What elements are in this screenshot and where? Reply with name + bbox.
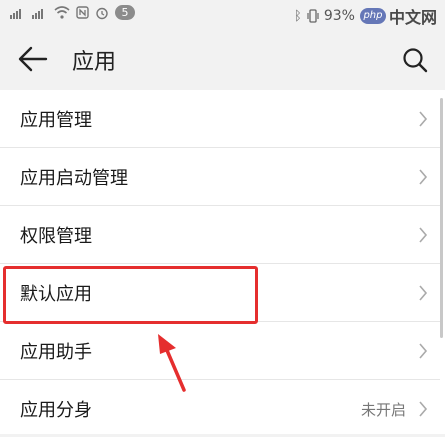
highlight-box — [3, 266, 258, 324]
nfc-icon — [76, 6, 89, 19]
signal-icon — [32, 8, 43, 19]
notification-badge: 5 — [115, 5, 135, 20]
list-item-label: 应用分身 — [20, 400, 92, 421]
bluetooth-icon: ᛒ — [294, 8, 302, 24]
signal-icon — [10, 8, 21, 19]
list-item-label: 应用启动管理 — [20, 168, 128, 189]
chevron-right-icon — [419, 285, 428, 301]
battery-percent: 93% — [323, 8, 355, 24]
arrow-left-icon[interactable] — [18, 46, 48, 72]
watermark-text: 中文网 — [388, 8, 437, 27]
list-item-app-launch[interactable]: 应用启动管理 — [0, 148, 440, 206]
list-item-app-management[interactable]: 应用管理 — [0, 90, 440, 148]
chevron-right-icon — [419, 111, 428, 127]
chevron-right-icon — [419, 227, 428, 243]
status-bar-left: 5 — [10, 5, 135, 20]
list-item-app-twin[interactable]: 应用分身 未开启 — [0, 380, 440, 437]
list-item-app-assistant[interactable]: 应用助手 — [0, 322, 440, 380]
scrollbar[interactable] — [440, 98, 443, 338]
vibrate-icon — [307, 9, 319, 23]
search-icon[interactable] — [401, 46, 429, 74]
page-title: 应用 — [72, 50, 117, 75]
chevron-right-icon — [419, 401, 428, 417]
pointer-arrow-icon — [158, 334, 186, 392]
list-item-permissions[interactable]: 权限管理 — [0, 206, 440, 264]
chevron-right-icon — [419, 169, 428, 185]
alarm-icon — [96, 7, 108, 19]
title-bar: 应用 — [0, 28, 445, 90]
wifi-icon — [54, 6, 70, 19]
status-bar: 5 ᛒ 93% php 中文网 — [0, 0, 445, 28]
settings-list: 应用管理 应用启动管理 权限管理 默认应用 应用助手 应用分身 未开启 — [0, 90, 445, 434]
list-item-label: 应用管理 — [20, 110, 92, 131]
chevron-right-icon — [419, 343, 428, 359]
status-bar-right: ᛒ 93% php 中文网 — [294, 4, 437, 28]
list-item-value: 未开启 — [360, 401, 406, 419]
list-item-label: 应用助手 — [20, 342, 92, 363]
watermark: php 中文网 — [359, 4, 437, 28]
watermark-logo: php — [359, 8, 386, 24]
list-item-label: 权限管理 — [20, 226, 92, 247]
